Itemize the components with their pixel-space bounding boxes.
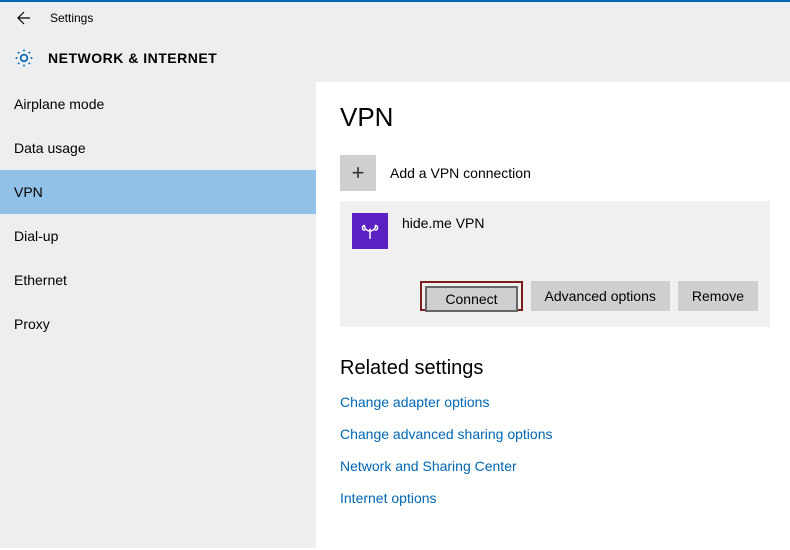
sidebar-item-label: Dial-up xyxy=(14,228,58,244)
vpn-actions: Connect Advanced options Remove xyxy=(352,281,758,311)
link-change-advanced-sharing[interactable]: Change advanced sharing options xyxy=(340,426,778,442)
vpn-entry-header[interactable]: hide.me VPN xyxy=(352,213,758,249)
plus-icon: + xyxy=(340,155,376,191)
related-settings-heading: Related settings xyxy=(340,357,778,380)
back-button[interactable] xyxy=(8,2,40,34)
add-vpn-connection[interactable]: + Add a VPN connection xyxy=(340,155,778,191)
gear-icon xyxy=(14,48,34,68)
connect-button-highlight: Connect xyxy=(420,281,522,311)
section-title: NETWORK & INTERNET xyxy=(48,50,217,66)
link-change-adapter-options[interactable]: Change adapter options xyxy=(340,394,778,410)
section-header: NETWORK & INTERNET xyxy=(0,34,790,82)
sidebar-item-dial-up[interactable]: Dial-up xyxy=(0,214,316,258)
link-network-sharing-center[interactable]: Network and Sharing Center xyxy=(340,458,778,474)
content-area: Airplane mode Data usage VPN Dial-up Eth… xyxy=(0,82,790,548)
page-title: VPN xyxy=(340,102,778,133)
sidebar-item-label: Data usage xyxy=(14,140,86,156)
sidebar-item-label: VPN xyxy=(14,184,43,200)
vpn-provider-icon xyxy=(352,213,388,249)
sidebar-item-airplane-mode[interactable]: Airplane mode xyxy=(0,82,316,126)
sidebar: Airplane mode Data usage VPN Dial-up Eth… xyxy=(0,82,316,548)
window-title: Settings xyxy=(50,11,93,25)
titlebar: Settings xyxy=(0,2,790,34)
vpn-entry-name: hide.me VPN xyxy=(402,213,484,231)
sidebar-item-proxy[interactable]: Proxy xyxy=(0,302,316,346)
add-vpn-label: Add a VPN connection xyxy=(390,165,531,181)
vpn-entry-card: hide.me VPN Connect Advanced options Rem… xyxy=(340,201,770,327)
sidebar-item-ethernet[interactable]: Ethernet xyxy=(0,258,316,302)
sidebar-item-data-usage[interactable]: Data usage xyxy=(0,126,316,170)
sidebar-item-label: Ethernet xyxy=(14,272,67,288)
connect-button[interactable]: Connect xyxy=(425,286,517,312)
link-internet-options[interactable]: Internet options xyxy=(340,490,778,506)
remove-button[interactable]: Remove xyxy=(678,281,758,311)
advanced-options-button[interactable]: Advanced options xyxy=(531,281,670,311)
arrow-left-icon xyxy=(16,10,32,26)
sidebar-item-label: Airplane mode xyxy=(14,96,104,112)
sidebar-item-label: Proxy xyxy=(14,316,50,332)
sidebar-item-vpn[interactable]: VPN xyxy=(0,170,316,214)
main-panel: VPN + Add a VPN connection hide.me VPN C… xyxy=(316,82,790,548)
